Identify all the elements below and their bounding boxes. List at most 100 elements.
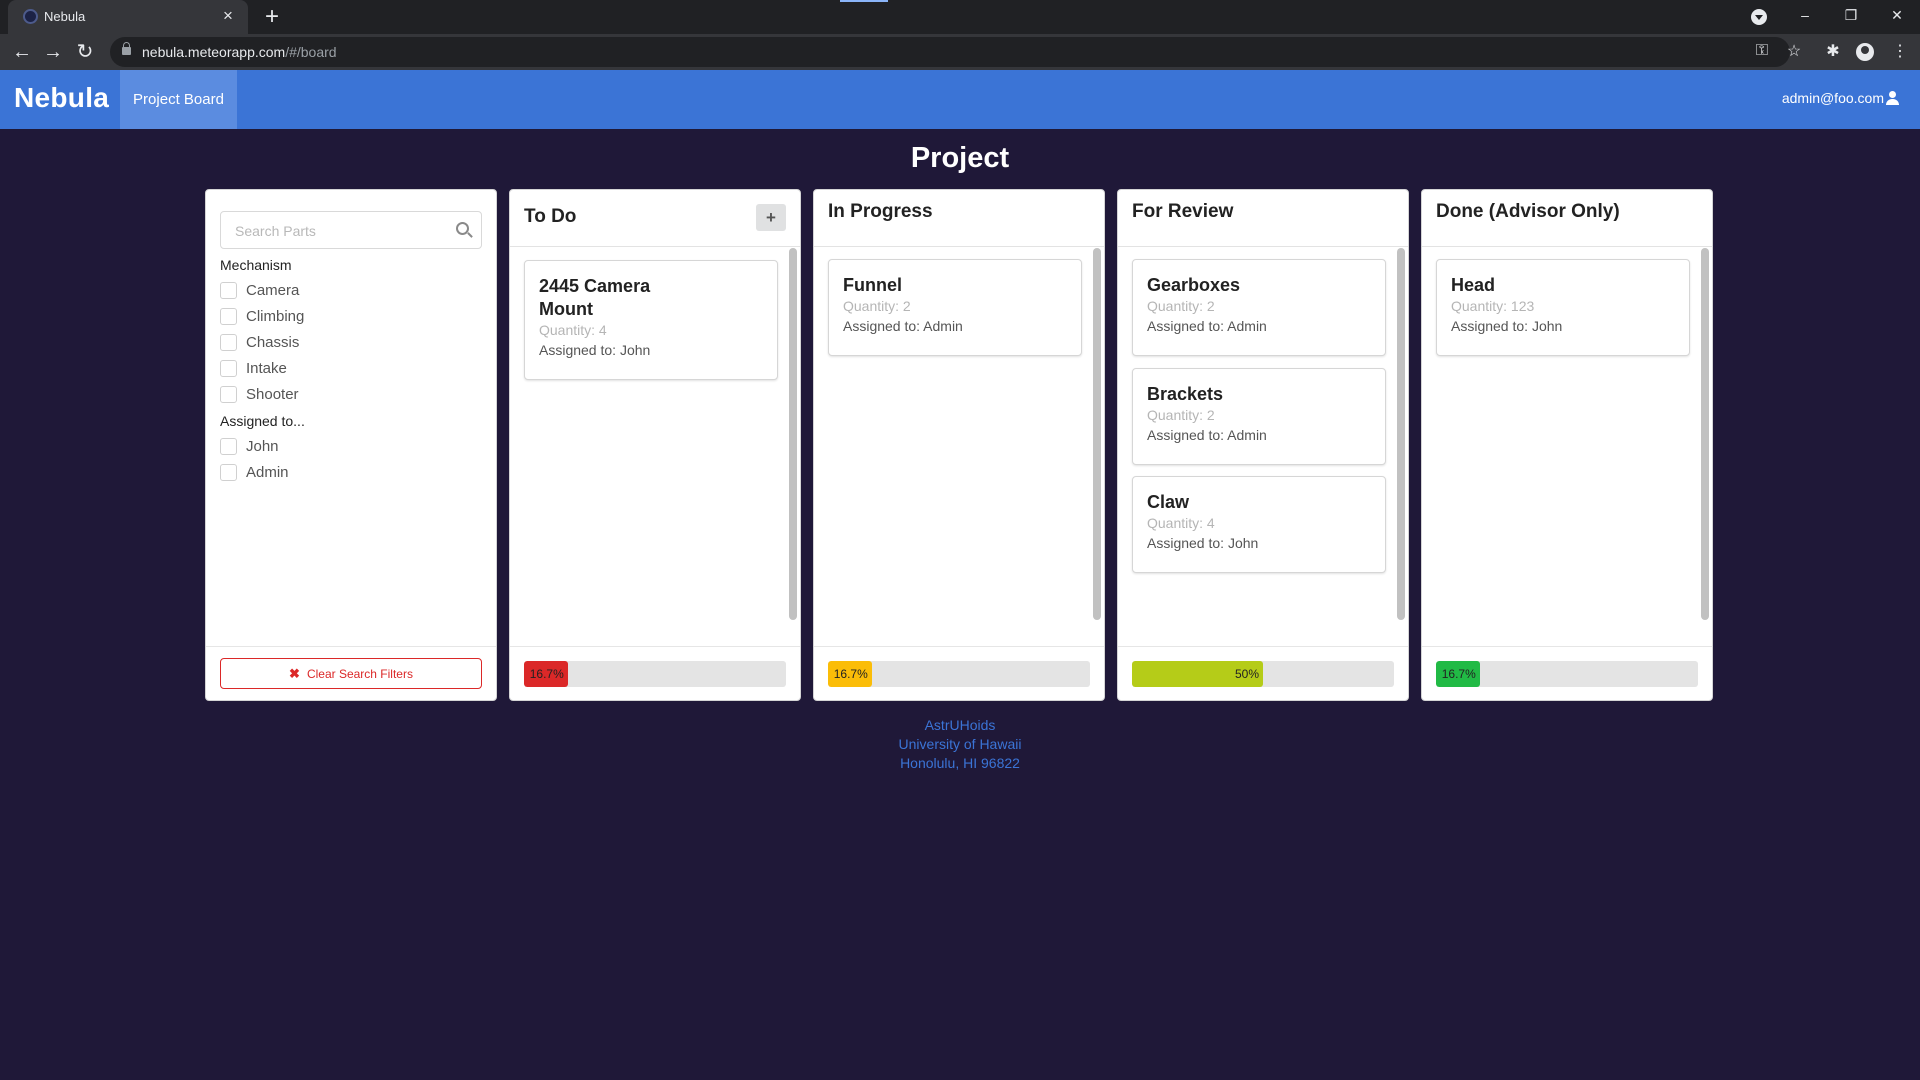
user-menu[interactable]: admin@foo.com — [1782, 90, 1900, 106]
card-quantity: Quantity: 2 — [1147, 407, 1215, 423]
search-placeholder: Search Parts — [235, 223, 316, 239]
card-assignee: Assigned to: Admin — [1147, 427, 1267, 443]
user-email: admin@foo.com — [1781, 90, 1884, 106]
part-card[interactable]: Brackets Quantity: 2 Assigned to: Admin — [1132, 368, 1386, 465]
bookmark-star-icon[interactable]: ☆ — [1782, 42, 1806, 62]
card-assignee: Assigned to: Admin — [843, 318, 963, 334]
divider — [1118, 246, 1408, 247]
card-assignee: Assigned to: John — [1451, 318, 1563, 334]
checkbox-label: Chassis — [246, 334, 300, 351]
nebula-favicon-icon — [23, 9, 38, 24]
minimize-button[interactable]: – — [1782, 0, 1828, 34]
lock-icon[interactable] — [122, 42, 131, 55]
filter-intake[interactable]: Intake — [220, 360, 287, 377]
clear-filters-button[interactable]: ✖ Clear Search Filters — [220, 658, 482, 689]
filter-shooter[interactable]: Shooter — [220, 386, 299, 403]
column-for-review: For Review Gearboxes Quantity: 2 Assigne… — [1117, 189, 1409, 701]
tab-search-icon[interactable] — [1751, 9, 1767, 25]
card-title: Claw — [1147, 492, 1190, 512]
filter-admin[interactable]: Admin — [220, 464, 289, 481]
scrollbar[interactable] — [1701, 248, 1709, 620]
reload-icon[interactable]: ↻ — [71, 38, 99, 66]
scrollbar[interactable] — [789, 248, 797, 620]
part-card[interactable]: Funnel Quantity: 2 Assigned to: Admin — [828, 259, 1082, 356]
part-card[interactable]: Head Quantity: 123 Assigned to: John — [1436, 259, 1690, 356]
scrollbar[interactable] — [1397, 248, 1405, 620]
nav-project-board[interactable]: Project Board — [120, 70, 237, 129]
new-tab-button[interactable]: + — [258, 3, 286, 31]
part-card[interactable]: Gearboxes Quantity: 2 Assigned to: Admin — [1132, 259, 1386, 356]
filter-panel: Search Parts Mechanism Camera Climbing C… — [205, 189, 497, 701]
checkbox[interactable] — [220, 464, 237, 481]
user-icon — [1886, 91, 1900, 105]
column-todo: To Do + 2445 Camera Mount Quantity: 4 As… — [509, 189, 801, 701]
forward-arrow-icon[interactable]: → — [39, 38, 67, 66]
filter-chassis[interactable]: Chassis — [220, 334, 299, 351]
progress-fill: 16.7% — [828, 661, 872, 687]
progress-bar: 50% — [1132, 661, 1394, 687]
checkbox-label: Camera — [246, 282, 300, 299]
divider — [510, 646, 800, 647]
card-quantity: Quantity: 2 — [1147, 298, 1215, 314]
card-quantity: Quantity: 4 — [1147, 515, 1215, 531]
divider — [1422, 646, 1712, 647]
part-card[interactable]: Claw Quantity: 4 Assigned to: John — [1132, 476, 1386, 573]
divider — [814, 646, 1104, 647]
card-title: 2445 Camera Mount — [539, 276, 651, 319]
app-navbar: Nebula Project Board admin@foo.com — [0, 70, 1920, 129]
divider — [206, 646, 496, 647]
card-assignee: Assigned to: John — [1147, 535, 1259, 551]
brand-logo[interactable]: Nebula — [14, 82, 109, 114]
search-icon — [456, 222, 469, 235]
checkbox[interactable] — [220, 438, 237, 455]
mechanism-group-title: Mechanism — [220, 257, 292, 273]
close-window-button[interactable]: ✕ — [1874, 0, 1920, 34]
column-done: Done (Advisor Only) Head Quantity: 123 A… — [1421, 189, 1713, 701]
divider — [510, 246, 800, 247]
tab-close-icon[interactable]: × — [218, 5, 238, 27]
filter-climbing[interactable]: Climbing — [220, 308, 304, 325]
footer-team: AstrUHoids — [924, 717, 996, 733]
footer: AstrUHoids University of Hawaii Honolulu… — [0, 716, 1920, 773]
part-card[interactable]: 2445 Camera Mount Quantity: 4 Assigned t… — [524, 260, 778, 380]
close-icon: ✖ — [289, 665, 300, 681]
extensions-icon[interactable]: ✱ — [1821, 42, 1845, 62]
checkbox[interactable] — [220, 308, 237, 325]
url-text: nebula.meteorapp.com/#/board — [142, 44, 337, 60]
scrollbar[interactable] — [1093, 248, 1101, 620]
tab-title: Nebula — [44, 9, 86, 24]
divider — [1422, 246, 1712, 247]
filter-john[interactable]: John — [220, 438, 279, 455]
progress-fill: 50% — [1132, 661, 1263, 687]
browser-tab[interactable]: Nebula × — [8, 0, 248, 34]
card-assignee: Assigned to: John — [539, 342, 651, 358]
footer-address: Honolulu, HI 96822 — [900, 755, 1020, 771]
divider — [814, 246, 1104, 247]
footer-university: University of Hawaii — [898, 736, 1022, 752]
checkbox[interactable] — [220, 360, 237, 377]
card-assignee: Assigned to: Admin — [1147, 318, 1267, 334]
column-title: Done (Advisor Only) — [1436, 201, 1620, 222]
progress-fill: 16.7% — [524, 661, 568, 687]
card-title: Brackets — [1147, 384, 1224, 404]
checkbox[interactable] — [220, 386, 237, 403]
profile-icon[interactable] — [1856, 43, 1874, 61]
card-title: Funnel — [843, 275, 902, 295]
add-part-button[interactable]: + — [756, 204, 786, 231]
checkbox[interactable] — [220, 334, 237, 351]
card-quantity: Quantity: 123 — [1451, 298, 1535, 314]
checkbox-label: Intake — [246, 360, 287, 377]
column-title: To Do — [524, 206, 577, 227]
filter-camera[interactable]: Camera — [220, 282, 299, 299]
progress-bar: 16.7% — [828, 661, 1090, 687]
address-bar[interactable]: nebula.meteorapp.com/#/board ⚿ — [110, 37, 1790, 67]
key-icon[interactable]: ⚿ — [1752, 42, 1772, 60]
checkbox[interactable] — [220, 282, 237, 299]
search-input[interactable]: Search Parts — [220, 211, 482, 249]
browser-tab-strip: Nebula × + – ❐ ✕ — [0, 0, 1920, 34]
back-arrow-icon[interactable]: ← — [8, 38, 36, 66]
browser-menu-icon[interactable]: ⋮ — [1888, 42, 1912, 62]
column-in-progress: In Progress Funnel Quantity: 2 Assigned … — [813, 189, 1105, 701]
progress-bar: 16.7% — [524, 661, 786, 687]
restore-button[interactable]: ❐ — [1828, 0, 1874, 34]
